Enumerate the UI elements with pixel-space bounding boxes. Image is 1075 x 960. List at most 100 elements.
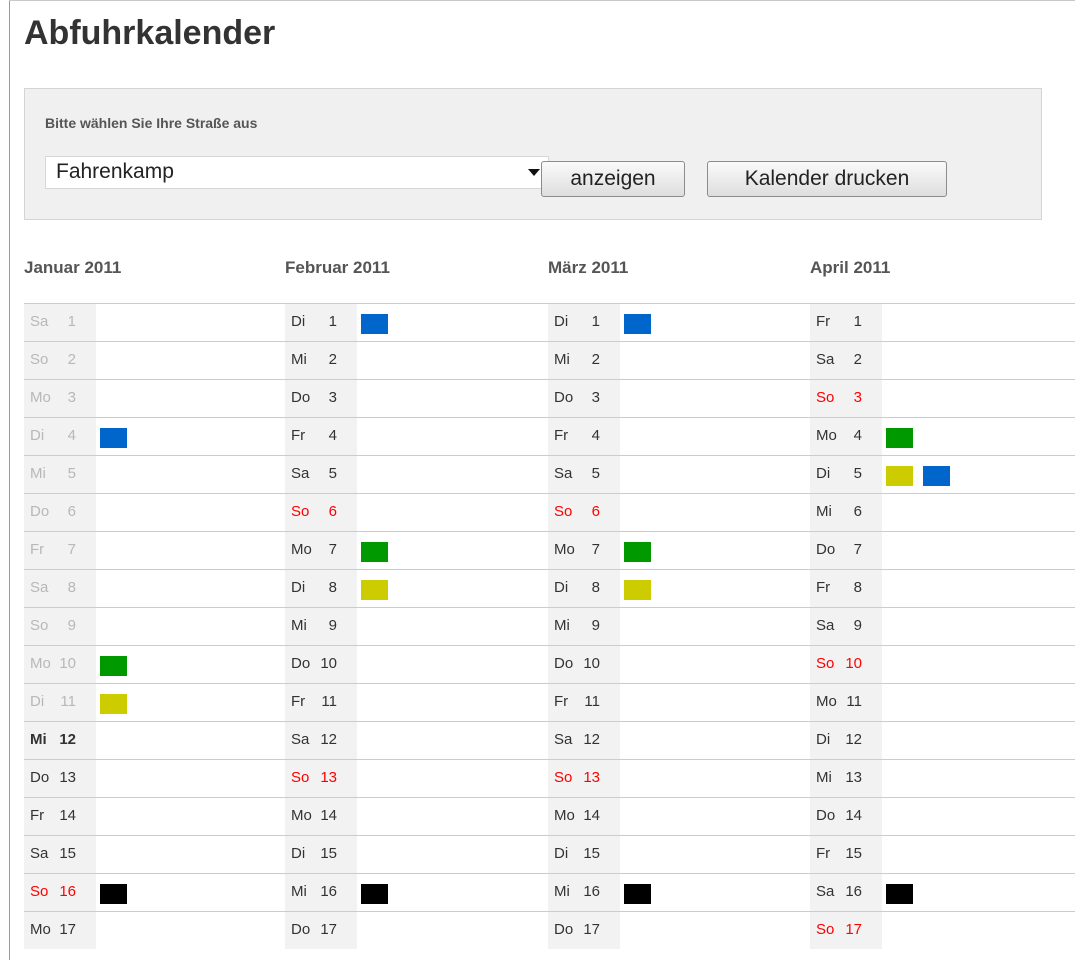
street-filter-label: Bitte wählen Sie Ihre Straße aus: [45, 115, 258, 131]
collection-marker-green[interactable]: [100, 656, 127, 676]
calendar-day-row: Sa 16: [810, 873, 1075, 911]
day-number: 11: [60, 693, 76, 710]
day-number: 1: [591, 313, 600, 330]
collection-marker-blue[interactable]: [624, 314, 651, 334]
day-label-cell: So 3: [810, 380, 882, 417]
day-number: 8: [67, 579, 76, 596]
collection-markers: [886, 466, 950, 486]
calendar-day-row: Mi 13: [810, 759, 1075, 797]
calendar-day-row: Di 11: [24, 683, 287, 721]
day-label-cell: Mo 7: [285, 532, 357, 569]
day-label-cell: So 6: [548, 494, 620, 531]
day-number: 1: [67, 313, 76, 330]
print-calendar-button[interactable]: Kalender drucken: [707, 161, 947, 197]
calendar-day-row: Do 3: [548, 379, 811, 417]
weekday-label: Di: [291, 313, 306, 330]
day-label-cell: Di 8: [548, 570, 620, 607]
calendar-day-row: Sa 5: [285, 455, 548, 493]
day-number: 10: [59, 655, 76, 672]
collection-marker-green[interactable]: [624, 542, 651, 562]
day-label-cell: Fr 15: [810, 836, 882, 873]
calendar-day-row: So 13: [548, 759, 811, 797]
weekday-label: Mi: [554, 883, 570, 900]
day-label-cell: Fr 14: [24, 798, 96, 835]
collection-marker-blue[interactable]: [361, 314, 388, 334]
day-label-cell: Mi 2: [548, 342, 620, 379]
collection-marker-black[interactable]: [886, 884, 913, 904]
day-number: 6: [591, 503, 600, 520]
collection-marker-green[interactable]: [886, 428, 913, 448]
collection-markers: [100, 694, 127, 714]
day-number: 13: [59, 769, 76, 786]
day-number: 12: [583, 731, 600, 748]
chevron-down-icon[interactable]: [528, 169, 540, 176]
weekday-label: Di: [554, 313, 569, 330]
calendar-day-row: Sa 8: [24, 569, 287, 607]
day-label-cell: Do 7: [810, 532, 882, 569]
calendar-day-row: Fr 8: [810, 569, 1075, 607]
calendar-day-row: Do 13: [24, 759, 287, 797]
day-number: 7: [67, 541, 76, 558]
day-label-cell: Do 10: [285, 646, 357, 683]
day-number: 3: [591, 389, 600, 406]
day-number: 12: [845, 731, 862, 748]
day-number: 14: [583, 807, 600, 824]
show-button[interactable]: anzeigen: [541, 161, 685, 197]
day-number: 9: [853, 617, 862, 634]
day-number: 15: [845, 845, 862, 862]
day-label-cell: Mi 2: [285, 342, 357, 379]
calendar-day-row: Mi 16: [548, 873, 811, 911]
collection-marker-yellow[interactable]: [100, 694, 127, 714]
day-label-cell: So 10: [810, 646, 882, 683]
day-number: 13: [845, 769, 862, 786]
collection-markers: [886, 428, 913, 448]
day-label-cell: Fr 11: [548, 684, 620, 721]
day-label-cell: So 9: [24, 608, 96, 645]
collection-marker-yellow[interactable]: [886, 466, 913, 486]
calendar-day-row: Sa 1: [24, 303, 287, 341]
weekday-label: Di: [30, 693, 45, 710]
day-label-cell: Mi 12: [24, 722, 96, 759]
calendar-day-row: So 10: [810, 645, 1075, 683]
day-number: 13: [320, 769, 337, 786]
collection-marker-yellow[interactable]: [361, 580, 388, 600]
day-number: 3: [853, 389, 862, 406]
collection-marker-black[interactable]: [624, 884, 651, 904]
calendar-day-row: Do 14: [810, 797, 1075, 835]
calendar-day-row: Fr 7: [24, 531, 287, 569]
day-number: 4: [853, 427, 862, 444]
day-label-cell: Do 3: [285, 380, 357, 417]
collection-marker-black[interactable]: [361, 884, 388, 904]
day-number: 15: [59, 845, 76, 862]
collection-marker-blue[interactable]: [923, 466, 950, 486]
calendar-day-row: Fr 4: [548, 417, 811, 455]
collection-markers: [361, 580, 388, 600]
day-number: 3: [328, 389, 337, 406]
day-number: 7: [328, 541, 337, 558]
calendar-day-row: Mo 3: [24, 379, 287, 417]
collection-marker-yellow[interactable]: [624, 580, 651, 600]
weekday-label: Di: [291, 845, 306, 862]
street-select[interactable]: Fahrenkamp: [45, 156, 549, 189]
collection-marker-blue[interactable]: [100, 428, 127, 448]
collection-marker-black[interactable]: [100, 884, 127, 904]
street-filter-panel: Bitte wählen Sie Ihre Straße aus Fahrenk…: [24, 88, 1042, 220]
day-label-cell: Di 4: [24, 418, 96, 455]
day-label-cell: So 17: [810, 912, 882, 949]
day-number: 7: [853, 541, 862, 558]
weekday-label: Mi: [291, 351, 307, 368]
day-number: 3: [67, 389, 76, 406]
calendar-day-row: Mo 10: [24, 645, 287, 683]
calendar-day-row: Fr 1: [810, 303, 1075, 341]
weekday-label: Di: [816, 731, 831, 748]
day-label-cell: So 6: [285, 494, 357, 531]
weekday-label: Fr: [816, 845, 831, 862]
collection-marker-green[interactable]: [361, 542, 388, 562]
day-label-cell: Sa 2: [810, 342, 882, 379]
day-label-cell: Di 8: [285, 570, 357, 607]
frame-border-top: [9, 0, 1075, 1]
calendar-day-row: Mo 14: [285, 797, 548, 835]
calendar-day-row: Mi 6: [810, 493, 1075, 531]
day-label-cell: So 13: [548, 760, 620, 797]
day-number: 15: [320, 845, 337, 862]
